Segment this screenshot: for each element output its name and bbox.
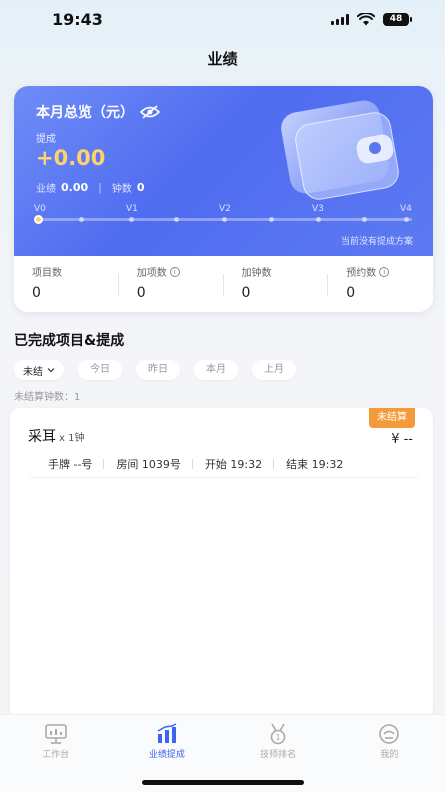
home-indicator: [142, 780, 304, 785]
medal-icon: 1: [270, 723, 286, 745]
tab-mine[interactable]: 我的: [334, 715, 445, 792]
level-dot: [316, 217, 321, 222]
filter-chip-today[interactable]: 今日: [78, 360, 122, 380]
item-name: 采耳: [28, 429, 56, 445]
level-dot: [362, 217, 367, 222]
level-label: V1: [126, 204, 138, 214]
wifi-icon: [357, 13, 375, 26]
tab-workbench[interactable]: 工作台: [0, 715, 111, 792]
overview-title: 本月总览（元）: [36, 105, 134, 121]
commission-label: 提成: [36, 134, 56, 145]
metric-label: 加项数: [136, 268, 167, 279]
performance-label: 业绩: [36, 184, 56, 195]
page-title: 业绩: [207, 50, 238, 68]
tab-label: 我的: [380, 750, 399, 760]
metric-value: 0: [32, 285, 41, 301]
svg-text:1: 1: [276, 733, 281, 742]
overview-title-row: 本月总览（元）: [36, 102, 160, 122]
level-dot: [79, 217, 84, 222]
detail-hand-tag: 手牌 --号: [30, 456, 105, 472]
clock-count-value: 0: [136, 181, 145, 194]
profile-icon: [379, 724, 400, 744]
status-select-value: 未结: [23, 366, 43, 378]
unsettled-count: 未结算钟数：1: [14, 392, 81, 403]
tab-label: 业绩提成: [148, 750, 185, 760]
info-icon[interactable]: i: [169, 266, 180, 277]
level-dot: [129, 217, 134, 222]
metric-value: 0: [241, 285, 251, 301]
signal-icon: [331, 14, 349, 25]
status-icons: 48: [331, 13, 412, 26]
metric-extra-clock-count: 加钟数 0: [224, 256, 329, 312]
chevron-down-icon: [47, 368, 55, 373]
metric-reservation-count: 预约数 i 0: [328, 256, 433, 312]
metric-value: 0: [346, 285, 356, 301]
info-icon[interactable]: i: [379, 266, 390, 277]
current-level-marker: [34, 215, 43, 224]
performance-value: 0.00: [61, 181, 89, 194]
level-dot: [404, 217, 409, 222]
metric-project-count: 项目数 0: [14, 256, 119, 312]
stats-divider: |: [98, 181, 102, 194]
metric-addon-count: 加项数 i 0: [119, 256, 224, 312]
status-bar: 19:43 48: [0, 0, 445, 44]
level-dot: [174, 217, 179, 222]
level-label: V2: [219, 204, 231, 214]
level-dot: [269, 217, 274, 222]
section-title: 已完成项目&提成: [14, 333, 125, 349]
tab-label: 技师排名: [260, 750, 297, 760]
overview-header: 本月总览（元） 提成 +0.00 业绩 0.00 | 钟数 0 V0 V1 V2…: [14, 86, 433, 256]
detail-start-time: 开始 19:32: [193, 456, 275, 472]
filter-chip-this-month[interactable]: 本月: [194, 360, 238, 380]
item-name-row: 采耳 x 1钟: [28, 426, 84, 446]
monthly-overview-card: 本月总览（元） 提成 +0.00 业绩 0.00 | 钟数 0 V0 V1 V2…: [14, 86, 433, 312]
status-badge: 未结算: [369, 408, 415, 428]
bar-chart-icon: [157, 723, 177, 743]
detail-end-time: 结束 19:32: [286, 457, 344, 471]
level-dot: [222, 217, 227, 222]
monitor-icon: [44, 724, 67, 744]
metric-value: 0: [136, 285, 146, 301]
level-label: V4: [400, 204, 412, 214]
detail-room: 房间 1039号: [104, 456, 193, 472]
tab-label: 工作台: [42, 750, 70, 760]
eye-hidden-icon[interactable]: [140, 105, 160, 119]
metric-label: 项目数: [32, 268, 62, 279]
metric-label: 预约数: [346, 268, 377, 279]
record-card[interactable]: 未结算 采耳 x 1钟 ¥ -- 手牌 --号 房间 1039号 开始 19:32…: [10, 408, 433, 718]
metric-label: 加钟数: [241, 268, 272, 279]
record-details: 手牌 --号 房间 1039号 开始 19:32 结束 19:32: [30, 450, 418, 478]
filter-chip-yesterday[interactable]: 昨日: [136, 360, 180, 380]
level-label: V3: [312, 204, 324, 214]
item-quantity: x 1钟: [59, 433, 85, 444]
status-time: 19:43: [52, 10, 103, 29]
overview-stats: 业绩 0.00 | 钟数 0: [36, 180, 155, 195]
settlement-status-select[interactable]: 未结: [14, 360, 64, 380]
clock-count-label: 钟数: [111, 184, 132, 195]
commission-plan-hint: 当前没有提成方案: [340, 237, 413, 247]
wallet-illustration-icon: [281, 100, 399, 200]
commission-value: +0.00: [36, 146, 106, 170]
filter-chip-last-month[interactable]: 上月: [252, 360, 296, 380]
filter-bar: 未结 今日 昨日 本月 上月: [14, 360, 296, 380]
level-label: V0: [34, 204, 46, 214]
metrics-row: 项目数 0 加项数 i 0 加钟数 0 预约数 i 0: [14, 256, 433, 312]
item-amount: ¥ --: [391, 432, 413, 447]
level-progress: V0 V1 V2 V3 V4: [34, 204, 414, 224]
battery-icon: 48: [383, 13, 412, 26]
